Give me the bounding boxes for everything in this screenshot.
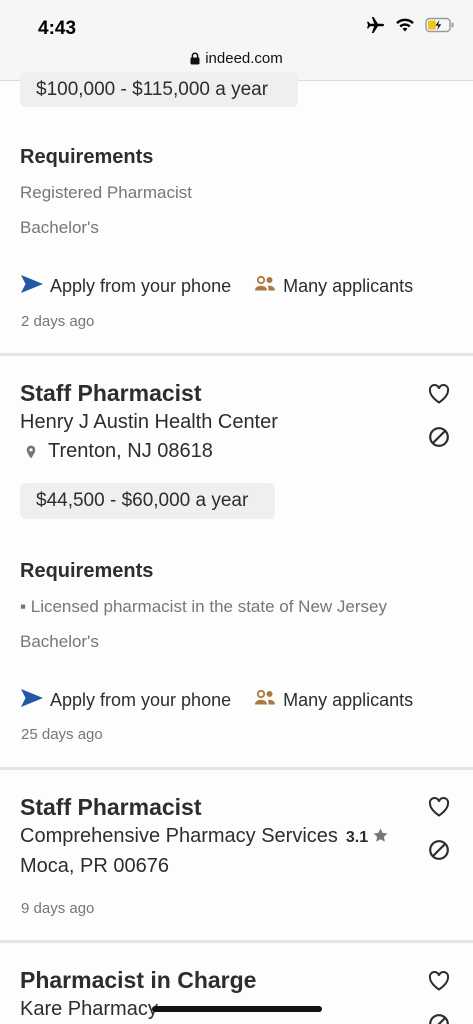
- job-title[interactable]: Staff Pharmacist: [20, 380, 202, 407]
- heart-icon[interactable]: [426, 968, 452, 994]
- lock-icon: [190, 52, 200, 69]
- company-name[interactable]: Henry J Austin Health Center: [20, 411, 278, 434]
- url-text: indeed.com: [205, 50, 283, 67]
- clock: 4:43: [38, 18, 77, 39]
- job-location: Trenton, NJ 08618: [20, 440, 213, 463]
- send-arrow-icon: [20, 274, 44, 299]
- applicants-indicator: Many applicants: [253, 689, 413, 712]
- location-text: Trenton, NJ 08618: [48, 440, 213, 462]
- posted-date: 25 days ago: [21, 726, 103, 743]
- address-bar[interactable]: indeed.com: [0, 50, 473, 69]
- company-name[interactable]: Kare Pharmacy: [20, 998, 158, 1021]
- block-icon[interactable]: [426, 424, 452, 450]
- home-indicator[interactable]: [152, 1006, 322, 1012]
- people-icon: [253, 275, 277, 298]
- star-icon: [373, 825, 388, 848]
- job-card[interactable]: Staff Pharmacist Comprehensive Pharmacy …: [0, 770, 473, 940]
- company-name[interactable]: Comprehensive Pharmacy Services: [20, 825, 338, 848]
- block-icon[interactable]: [426, 837, 452, 863]
- requirements-heading: Requirements: [20, 146, 154, 168]
- heart-icon[interactable]: [426, 794, 452, 820]
- location-text: Moca, PR 00676: [20, 855, 169, 877]
- job-title[interactable]: Staff Pharmacist: [20, 794, 202, 821]
- requirement-item: ▪ Licensed pharmacist in the state of Ne…: [20, 597, 387, 616]
- many-applicants-label: Many applicants: [283, 690, 414, 710]
- map-pin-icon: [26, 445, 36, 459]
- company-row: Comprehensive Pharmacy Services 3.1: [20, 825, 388, 848]
- job-card[interactable]: Staff Pharmacist Henry J Austin Health C…: [0, 356, 473, 768]
- many-applicants-label: Many applicants: [283, 276, 414, 296]
- applicants-indicator: Many applicants: [253, 275, 413, 298]
- requirement-item: Registered Pharmacist: [20, 183, 192, 202]
- job-location: Moca, PR 00676: [20, 855, 169, 878]
- apply-info-row: Apply from your phone Many applicants: [20, 274, 413, 299]
- posted-date: 2 days ago: [21, 313, 95, 330]
- apply-from-phone-label: Apply from your phone: [50, 690, 232, 710]
- block-icon[interactable]: [426, 1011, 452, 1024]
- job-title[interactable]: Pharmacist in Charge: [20, 967, 256, 994]
- airplane-icon: [365, 16, 385, 39]
- people-icon: [253, 689, 277, 712]
- apply-from-phone-label: Apply from your phone: [50, 276, 232, 296]
- requirement-item: Bachelor's: [20, 632, 99, 651]
- status-bar: 4:43 indeed.com: [0, 0, 473, 81]
- salary-text: $100,000 - $115,000 a year: [36, 79, 269, 100]
- battery-charging-icon: [425, 17, 455, 38]
- system-icons: [365, 16, 455, 39]
- apply-info-row: Apply from your phone Many applicants: [20, 688, 413, 713]
- requirement-item: Bachelor's: [20, 218, 99, 237]
- posted-date: 9 days ago: [21, 900, 95, 917]
- company-rating: 3.1: [345, 829, 369, 846]
- heart-icon[interactable]: [426, 381, 452, 407]
- send-arrow-icon: [20, 688, 44, 713]
- salary-text: $44,500 - $60,000 a year: [36, 490, 249, 511]
- wifi-icon: [395, 17, 415, 38]
- salary-badge: $44,500 - $60,000 a year: [20, 483, 275, 519]
- requirements-heading: Requirements: [20, 560, 154, 582]
- salary-badge: $100,000 - $115,000 a year: [20, 72, 298, 107]
